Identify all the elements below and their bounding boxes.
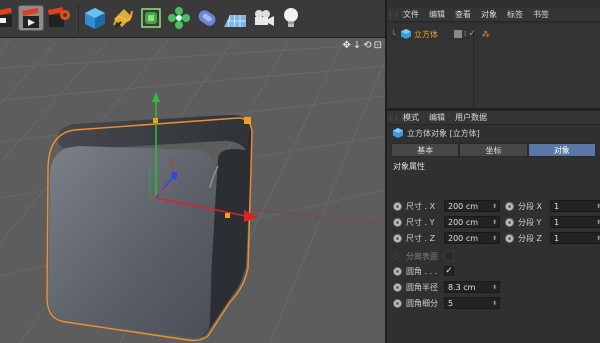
camera-icon[interactable] [250, 5, 276, 31]
size-x-field[interactable]: 200 cm ⬍ [444, 200, 500, 212]
menu-edit[interactable]: 编辑 [429, 112, 445, 123]
tree-branch-icon: └ [391, 29, 396, 39]
fillet-subdivision-row: 圆角细分 5 ⬍ [393, 296, 500, 310]
render-view-icon[interactable] [0, 5, 18, 31]
attribute-manager: ⋮⋮⋮ 模式 编辑 用户数据 立方体对象 [立方体] 基本 坐标 对象 对象属性… [387, 108, 600, 343]
layer-icon[interactable] [454, 30, 462, 38]
viewport-nav-icons: ✥ ↓ ⟲ ⊡ [342, 40, 382, 51]
enabled-check-icon[interactable]: ✓ [468, 29, 476, 39]
attribute-tabs: 基本 坐标 对象 [391, 143, 596, 157]
visibility-dots-icon[interactable]: ⁞ [464, 30, 466, 38]
phong-tag-icon[interactable]: ⁂ [482, 30, 490, 39]
animate-radio[interactable] [505, 201, 514, 211]
attribute-manager-menubar: ⋮⋮⋮ 模式 编辑 用户数据 [387, 111, 600, 125]
menu-objects[interactable]: 对象 [481, 9, 497, 20]
attribute-title-text: 立方体对象 [立方体] [407, 128, 480, 138]
size-y-row: 尺寸 . Y 200 cm ⬍ 分段 Y 1 ⬍ [393, 215, 600, 229]
size-z-label: 尺寸 . Z [406, 233, 436, 243]
cube-object-icon[interactable] [82, 5, 108, 31]
grip-icon: ⋮⋮⋮ [387, 10, 406, 19]
disabled-radio-icon: ◌ [393, 252, 400, 260]
fillet-checkbox[interactable]: ✓ [444, 266, 454, 276]
seg-z-field[interactable]: 1 ⬍ [550, 232, 600, 244]
seg-y-field[interactable]: 1 ⬍ [550, 216, 600, 228]
size-y-field[interactable]: 200 cm ⬍ [444, 216, 500, 228]
main-toolbar [0, 0, 385, 38]
animate-radio[interactable] [393, 282, 402, 292]
tab-object[interactable]: 对象 [527, 143, 596, 157]
cube-object [46, 114, 253, 342]
attribute-title: 立方体对象 [立方体] [387, 125, 600, 141]
object-manager: ⋮⋮⋮ 文件 编辑 查看 对象 标签 书签 └ 立方体 ⁞ ✓ ⁂ [387, 8, 600, 109]
separate-surfaces-row: ◌ 分离表面 [393, 249, 454, 263]
separate-surfaces-label: 分离表面 [406, 251, 438, 261]
right-panel: ⋮⋮⋮ 文件 编辑 查看 对象 标签 书签 └ 立方体 ⁞ ✓ ⁂ ⋮⋮⋮ 模式… [385, 0, 600, 343]
viewport-scene [0, 38, 385, 343]
animate-radio[interactable] [393, 233, 402, 243]
fillet-radius-row: 圆角半径 8.3 cm ⬍ [393, 280, 500, 294]
menu-tags[interactable]: 标签 [507, 9, 523, 20]
object-name[interactable]: 立方体 [414, 29, 438, 40]
maximize-icon[interactable]: ⊡ [374, 40, 382, 51]
object-manager-menubar: ⋮⋮⋮ 文件 编辑 查看 对象 标签 书签 [387, 8, 600, 22]
pen-spline-icon[interactable] [110, 5, 136, 31]
menu-view[interactable]: 查看 [455, 9, 471, 20]
animate-radio[interactable] [393, 266, 402, 276]
seg-x-field[interactable]: 1 ⬍ [550, 200, 600, 212]
cube-object-icon [393, 128, 403, 138]
deformer-icon[interactable] [194, 5, 220, 31]
tab-basic[interactable]: 基本 [391, 143, 460, 157]
object-list[interactable]: └ 立方体 ⁞ ✓ ⁂ [387, 24, 600, 109]
seg-z-label: 分段 Z [518, 233, 543, 243]
animate-radio[interactable] [393, 201, 402, 211]
cube-object-icon [401, 29, 411, 39]
menu-mode[interactable]: 模式 [403, 112, 419, 123]
menu-edit[interactable]: 编辑 [429, 9, 445, 20]
size-x-row: 尺寸 . X 200 cm ⬍ 分段 X 1 ⬍ [393, 199, 600, 213]
render-settings-icon[interactable] [46, 5, 72, 31]
size-z-row: 尺寸 . Z 200 cm ⬍ 分段 Z 1 ⬍ [393, 231, 600, 245]
fillet-radius-label: 圆角半径 [406, 282, 438, 292]
subdivision-surface-icon[interactable] [138, 5, 164, 31]
menu-user-data[interactable]: 用户数据 [455, 112, 487, 123]
seg-y-label: 分段 Y [518, 217, 542, 227]
cloner-icon[interactable] [166, 5, 192, 31]
separate-surfaces-checkbox[interactable] [444, 251, 454, 261]
section-title: 对象属性 [393, 162, 425, 171]
fillet-label: 圆角 . . . [406, 266, 438, 276]
size-y-label: 尺寸 . Y [406, 217, 435, 227]
menu-file[interactable]: 文件 [403, 9, 419, 20]
size-x-label: 尺寸 . X [406, 201, 436, 211]
animate-radio[interactable] [393, 298, 402, 308]
rotate-view-icon[interactable]: ⟲ [363, 40, 371, 51]
animate-radio[interactable] [505, 217, 514, 227]
animate-radio[interactable] [393, 217, 402, 227]
fillet-radius-field[interactable]: 8.3 cm ⬍ [444, 281, 500, 293]
render-picture-viewer-icon[interactable] [18, 5, 44, 31]
seg-x-label: 分段 X [518, 201, 543, 211]
viewport[interactable]: ✥ ↓ ⟲ ⊡ [0, 38, 385, 343]
tab-coord[interactable]: 坐标 [459, 143, 528, 157]
size-z-field[interactable]: 200 cm ⬍ [444, 232, 500, 244]
move-view-icon[interactable]: ✥ [342, 40, 350, 51]
grip-icon: ⋮⋮⋮ [387, 113, 406, 122]
fillet-row: 圆角 . . . ✓ [393, 264, 454, 278]
menu-bookmarks[interactable]: 书签 [533, 9, 549, 20]
animate-radio[interactable] [505, 233, 514, 243]
object-row-cube[interactable]: └ 立方体 ⁞ ✓ ⁂ [387, 26, 600, 42]
dolly-icon[interactable]: ↓ [353, 40, 361, 51]
fillet-subdivision-label: 圆角细分 [406, 298, 438, 308]
floor-icon[interactable] [222, 5, 248, 31]
fillet-subdivision-field[interactable]: 5 ⬍ [444, 297, 500, 309]
light-bulb-icon[interactable] [278, 5, 304, 31]
